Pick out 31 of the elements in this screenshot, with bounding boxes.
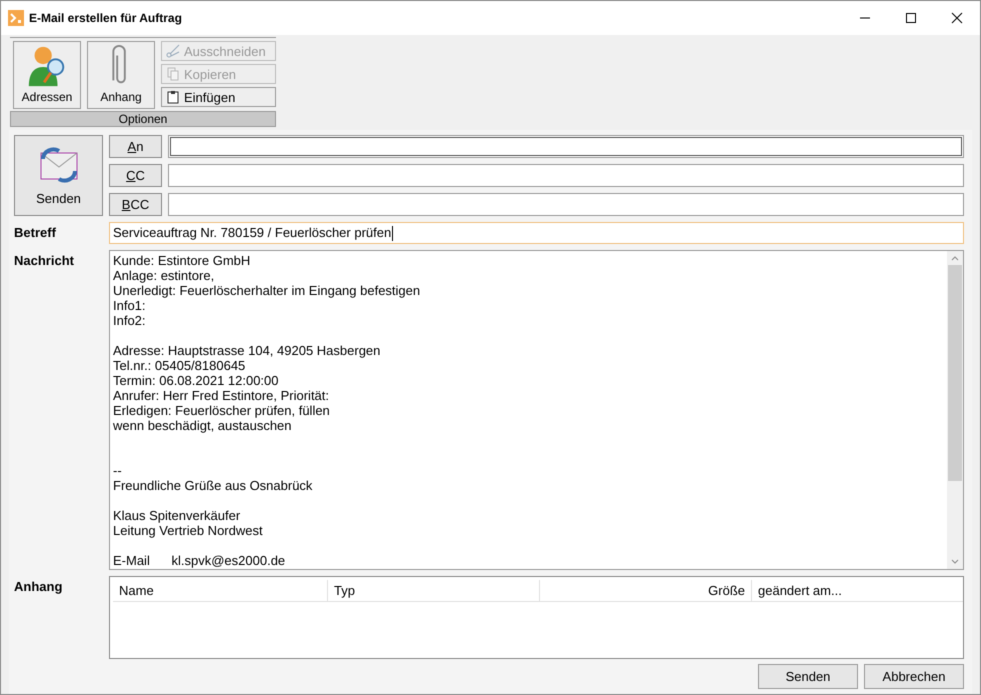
- close-icon[interactable]: [951, 12, 963, 24]
- toolbar-button[interactable]: Einfügen: [161, 87, 276, 107]
- toolbar-button[interactable]: Adressen: [13, 41, 81, 109]
- subject-field[interactable]: Serviceauftrag Nr. 780159 / Feuerlöscher prüfen: [109, 222, 964, 244]
- column-header[interactable]: Typ: [328, 580, 540, 601]
- maximize-icon[interactable]: [905, 12, 917, 24]
- dialog-button[interactable]: Abbrechen: [864, 664, 964, 689]
- scroll-down-icon[interactable]: [951, 559, 959, 565]
- recipient-button[interactable]: CC: [109, 164, 162, 187]
- recipient-button[interactable]: An: [109, 135, 162, 158]
- input-field[interactable]: [168, 135, 964, 158]
- window-title: E-Mail erstellen für Auftrag: [29, 11, 182, 25]
- input-field[interactable]: [168, 193, 964, 216]
- field-label: Nachricht: [14, 252, 75, 270]
- scissors-icon: [166, 44, 180, 58]
- copy-icon: [166, 67, 180, 81]
- input-field[interactable]: [168, 164, 964, 187]
- column-header[interactable]: geändert am...: [752, 580, 963, 601]
- send-button[interactable]: Senden: [14, 135, 103, 216]
- group-label: Optionen: [10, 111, 276, 127]
- field-label: Anhang: [14, 578, 64, 596]
- clipboard-icon: [166, 90, 180, 104]
- column-header[interactable]: Name: [113, 580, 328, 601]
- dialog-button[interactable]: Senden: [758, 664, 858, 689]
- app-icon: [8, 10, 24, 26]
- field-label: Betreff: [14, 224, 57, 242]
- scroll-up-icon[interactable]: [951, 255, 959, 261]
- recipient-button[interactable]: BCC: [109, 193, 162, 216]
- scrollbar[interactable]: [947, 251, 963, 569]
- column-header[interactable]: Größe: [540, 580, 752, 601]
- toolbar-button[interactable]: Anhang: [87, 41, 155, 109]
